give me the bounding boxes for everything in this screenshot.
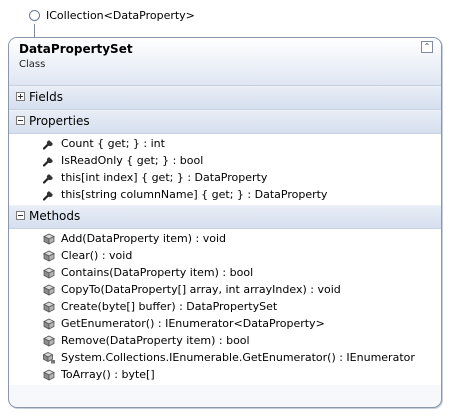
- member-label: Count { get; } : int: [61, 137, 165, 150]
- private-method-cube-icon: [43, 352, 55, 364]
- fields-section: Fields: [9, 86, 441, 110]
- method-item[interactable]: System.Collections.IEnumerable.GetEnumer…: [9, 349, 441, 366]
- method-item[interactable]: Clear() : void: [9, 247, 441, 264]
- wrench-icon: [43, 189, 55, 201]
- methods-section-header[interactable]: Methods: [9, 205, 441, 229]
- interface-label: ICollection<DataProperty>: [46, 9, 195, 22]
- wrench-icon: [43, 172, 55, 184]
- member-label: this[int index] { get; } : DataProperty: [61, 171, 268, 184]
- wrench-icon: [43, 138, 55, 150]
- collapse-minus-icon[interactable]: [16, 116, 25, 125]
- method-cube-icon: [43, 284, 55, 296]
- member-label: IsReadOnly { get; } : bool: [61, 154, 204, 167]
- properties-section: Properties Count { get; } : int IsReadOnl…: [9, 110, 441, 205]
- member-label: CopyTo(DataProperty[] array, int arrayIn…: [61, 283, 341, 296]
- expand-plus-icon[interactable]: [16, 92, 25, 101]
- member-label: System.Collections.IEnumerable.GetEnumer…: [61, 351, 415, 364]
- collapse-chevron-icon[interactable]: ⌃: [421, 41, 433, 53]
- method-cube-icon: [43, 250, 55, 262]
- method-item[interactable]: ToArray() : byte[]: [9, 366, 441, 383]
- member-label: ToArray() : byte[]: [61, 368, 155, 381]
- fields-section-label: Fields: [29, 90, 63, 104]
- wrench-icon: [43, 155, 55, 167]
- class-header[interactable]: DataPropertySet Class ⌃: [9, 38, 441, 86]
- class-name: DataPropertySet: [19, 42, 133, 56]
- fields-section-header[interactable]: Fields: [9, 86, 441, 110]
- method-cube-icon: [43, 267, 55, 279]
- method-cube-icon: [43, 318, 55, 330]
- member-label: Contains(DataProperty item) : bool: [61, 266, 254, 279]
- member-label: Remove(DataProperty item) : bool: [61, 334, 250, 347]
- method-item[interactable]: GetEnumerator() : IEnumerator<DataProper…: [9, 315, 441, 332]
- method-item[interactable]: Remove(DataProperty item) : bool: [9, 332, 441, 349]
- member-label: Clear() : void: [61, 249, 133, 262]
- method-cube-icon: [43, 335, 55, 347]
- property-item[interactable]: this[int index] { get; } : DataProperty: [9, 169, 441, 186]
- method-item[interactable]: Create(byte[] buffer) : DataPropertySet: [9, 298, 441, 315]
- property-item[interactable]: Count { get; } : int: [9, 135, 441, 152]
- member-label: Add(DataProperty item) : void: [61, 232, 227, 245]
- method-item[interactable]: Add(DataProperty item) : void: [9, 230, 441, 247]
- collapse-minus-icon[interactable]: [16, 211, 25, 220]
- method-cube-icon: [43, 369, 55, 381]
- class-kind: Class: [19, 59, 46, 70]
- method-item[interactable]: Contains(DataProperty item) : bool: [9, 264, 441, 281]
- interface-lollipop-icon: [29, 10, 40, 21]
- methods-section: Methods Add(DataProperty item) : void Cle…: [9, 205, 441, 385]
- properties-section-header[interactable]: Properties: [9, 110, 441, 134]
- member-label: GetEnumerator() : IEnumerator<DataProper…: [61, 317, 325, 330]
- interface-connector: [34, 24, 35, 38]
- properties-list: Count { get; } : int IsReadOnly { get; } …: [9, 134, 441, 205]
- method-cube-icon: [43, 301, 55, 313]
- member-label: this[string columnName] { get; } : DataP…: [61, 188, 328, 201]
- methods-section-label: Methods: [29, 209, 81, 223]
- property-item[interactable]: this[string columnName] { get; } : DataP…: [9, 186, 441, 203]
- properties-section-label: Properties: [29, 114, 90, 128]
- member-label: Create(byte[] buffer) : DataPropertySet: [61, 300, 278, 313]
- methods-list: Add(DataProperty item) : void Clear() : v…: [9, 229, 441, 385]
- method-item[interactable]: CopyTo(DataProperty[] array, int arrayIn…: [9, 281, 441, 298]
- property-item[interactable]: IsReadOnly { get; } : bool: [9, 152, 441, 169]
- method-cube-icon: [43, 233, 55, 245]
- class-shape[interactable]: DataPropertySet Class ⌃ Fields Propertie…: [8, 37, 442, 408]
